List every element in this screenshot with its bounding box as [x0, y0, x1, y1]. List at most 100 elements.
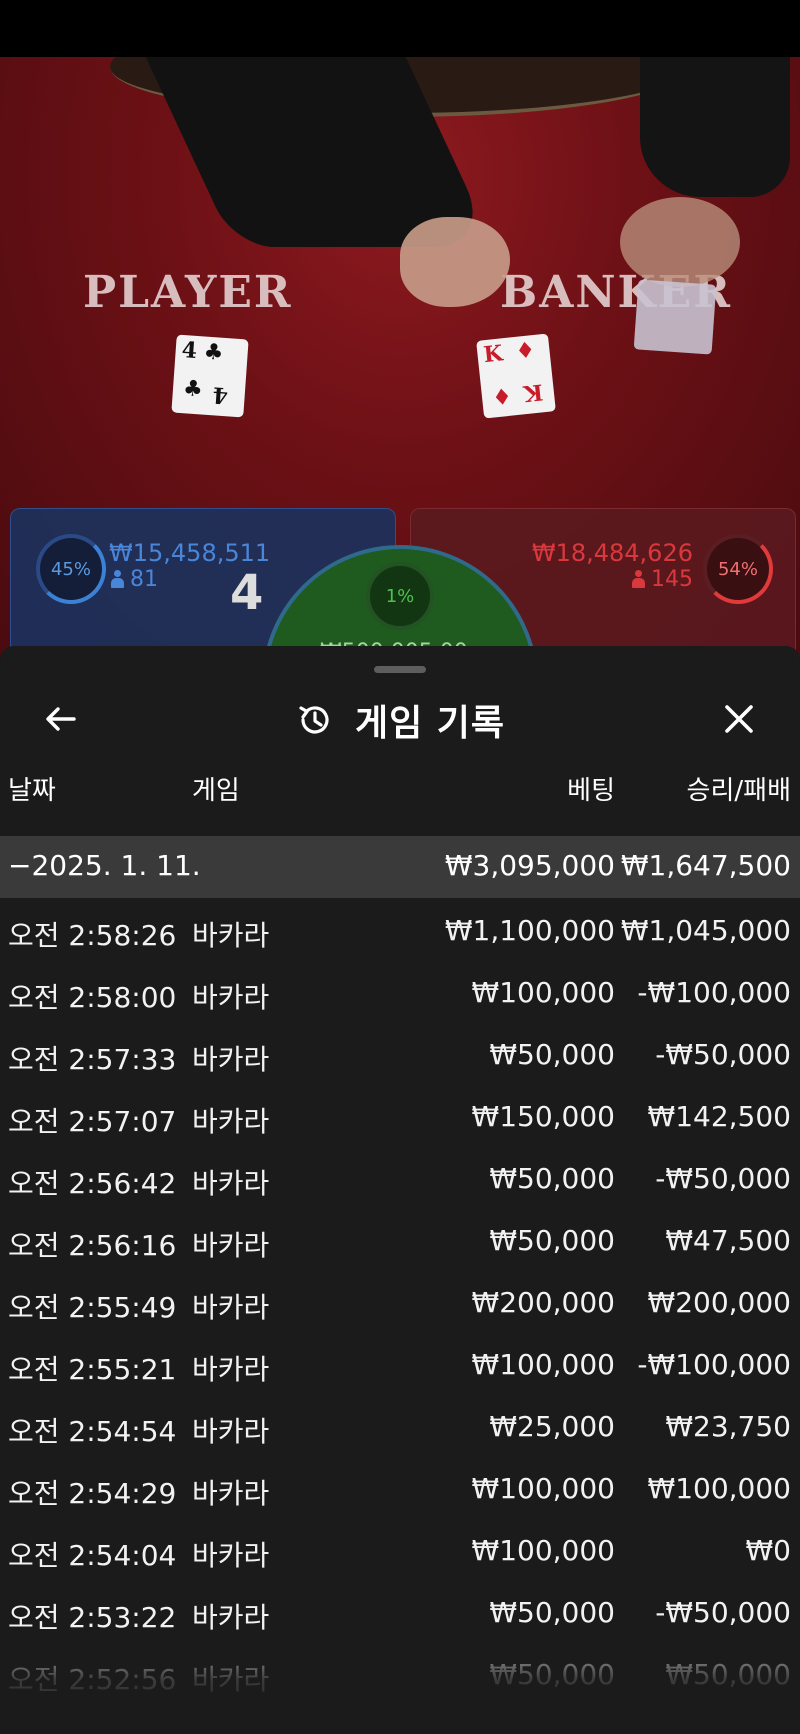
- date-group-row[interactable]: −2025. 1. 11. ₩3,095,000 ₩1,647,500: [0, 836, 800, 898]
- card-rank: 4: [211, 381, 229, 409]
- row-time: 오전 2:53:22: [8, 1601, 177, 1634]
- row-winloss: -₩100,000: [637, 976, 791, 1009]
- row-game: 바카라: [192, 1229, 270, 1262]
- group-bet-total: ₩3,095,000: [444, 849, 615, 882]
- table-row[interactable]: 오전 2:52:56 바카라 ₩50,000 ₩50,000: [0, 1642, 800, 1704]
- felt-player-label: PLAYER: [83, 267, 293, 318]
- row-bet: ₩100,000: [471, 976, 615, 1009]
- column-header-bet: 베팅: [567, 776, 615, 806]
- row-game: 바카라: [192, 1105, 270, 1138]
- banker-count-value: 145: [651, 567, 693, 592]
- dealer-hand: [620, 197, 740, 287]
- close-button[interactable]: [714, 694, 764, 744]
- row-bet: ₩100,000: [471, 1348, 615, 1381]
- dealer-hand: [400, 217, 510, 307]
- table-row[interactable]: 오전 2:58:26 바카라 ₩1,100,000 ₩1,045,000: [0, 898, 800, 960]
- row-time: 오전 2:54:54: [8, 1415, 177, 1448]
- table-row[interactable]: 오전 2:56:16 바카라 ₩50,000 ₩47,500: [0, 1208, 800, 1270]
- table-row[interactable]: 오전 2:54:54 바카라 ₩25,000 ₩23,750: [0, 1394, 800, 1456]
- drag-handle[interactable]: [374, 666, 426, 673]
- row-bet: ₩50,000: [489, 1224, 615, 1257]
- player-percent-ring: 45%: [36, 534, 106, 604]
- row-time: 오전 2:54:04: [8, 1539, 177, 1572]
- row-winloss: ₩142,500: [647, 1100, 791, 1133]
- row-game: 바카라: [192, 1601, 270, 1634]
- group-winloss-total: ₩1,647,500: [620, 849, 791, 882]
- player-bettor-count: 81: [111, 567, 158, 592]
- history-list: 오전 2:58:26 바카라 ₩1,100,000 ₩1,045,000 오전 …: [0, 898, 800, 1704]
- row-time: 오전 2:57:07: [8, 1105, 177, 1138]
- row-winloss: ₩100,000: [647, 1472, 791, 1505]
- row-bet: ₩150,000: [471, 1100, 615, 1133]
- table-row[interactable]: 오전 2:56:42 바카라 ₩50,000 -₩50,000: [0, 1146, 800, 1208]
- diamond-icon: ♦: [514, 336, 537, 365]
- row-bet: ₩200,000: [471, 1286, 615, 1319]
- row-winloss: ₩47,500: [665, 1224, 791, 1257]
- history-icon: [299, 706, 329, 734]
- banker-card: K ♦ ♦ K: [476, 333, 556, 419]
- group-date: −2025. 1. 11.: [8, 849, 201, 882]
- person-icon: [111, 570, 124, 588]
- person-icon: [632, 570, 645, 588]
- row-game: 바카라: [192, 981, 270, 1014]
- banker-bettor-count: 145: [632, 567, 693, 592]
- row-winloss: -₩50,000: [655, 1596, 791, 1629]
- row-game: 바카라: [192, 1539, 270, 1572]
- table-header: 날짜 게임 베팅 승리/패배: [0, 758, 800, 814]
- page-title: 게임 기록: [354, 703, 505, 744]
- row-game: 바카라: [192, 1353, 270, 1386]
- row-winloss: ₩200,000: [647, 1286, 791, 1319]
- row-bet: ₩50,000: [489, 1596, 615, 1629]
- row-time: 오전 2:56:42: [8, 1167, 177, 1200]
- row-bet: ₩1,100,000: [444, 914, 615, 947]
- row-winloss: ₩50,000: [665, 1658, 791, 1691]
- card-rank: K: [522, 378, 545, 407]
- column-header-date: 날짜: [8, 776, 56, 806]
- row-time: 오전 2:57:33: [8, 1043, 177, 1076]
- row-winloss: ₩0: [745, 1534, 792, 1567]
- table-row[interactable]: 오전 2:57:33 바카라 ₩50,000 -₩50,000: [0, 1022, 800, 1084]
- card-rank: 4: [180, 336, 198, 365]
- banker-percent-ring: 54%: [703, 534, 773, 604]
- player-card: 4 ♣ ♣ 4: [171, 334, 249, 418]
- column-header-winloss: 승리/패배: [686, 776, 791, 806]
- table-row[interactable]: 오전 2:55:49 바카라 ₩200,000 ₩200,000: [0, 1270, 800, 1332]
- row-game: 바카라: [192, 1415, 270, 1448]
- table-row[interactable]: 오전 2:58:00 바카라 ₩100,000 -₩100,000: [0, 960, 800, 1022]
- row-game: 바카라: [192, 1043, 270, 1076]
- row-game: 바카라: [192, 1663, 270, 1696]
- banker-percent: 54%: [717, 558, 758, 580]
- row-bet: ₩50,000: [489, 1162, 615, 1195]
- table-row[interactable]: 오전 2:54:04 바카라 ₩100,000 ₩0: [0, 1518, 800, 1580]
- row-winloss: -₩100,000: [637, 1348, 791, 1381]
- club-icon: ♣: [202, 338, 225, 366]
- table-row[interactable]: 오전 2:57:07 바카라 ₩150,000 ₩142,500: [0, 1084, 800, 1146]
- row-bet: ₩50,000: [489, 1038, 615, 1071]
- row-time: 오전 2:55:49: [8, 1291, 177, 1324]
- table-row[interactable]: 오전 2:53:22 바카라 ₩50,000 -₩50,000: [0, 1580, 800, 1642]
- dealer-arm: [640, 57, 790, 197]
- tie-percent-ring: 1%: [366, 562, 434, 630]
- row-time: 오전 2:56:16: [8, 1229, 177, 1262]
- table-row[interactable]: 오전 2:54:29 바카라 ₩100,000 ₩100,000: [0, 1456, 800, 1518]
- sheet-header: 게임 기록: [0, 690, 800, 750]
- player-count-value: 81: [130, 567, 158, 592]
- row-winloss: -₩50,000: [655, 1038, 791, 1071]
- row-bet: ₩50,000: [489, 1658, 615, 1691]
- row-game: 바카라: [192, 1477, 270, 1510]
- club-icon: ♣: [182, 375, 204, 403]
- status-bar: [0, 0, 800, 57]
- table-row[interactable]: 오전 2:55:21 바카라 ₩100,000 -₩100,000: [0, 1332, 800, 1394]
- row-winloss: ₩1,045,000: [620, 914, 791, 947]
- row-game: 바카라: [192, 1291, 270, 1324]
- banker-total-bet: ₩18,484,626: [531, 539, 693, 567]
- row-time: 오전 2:55:21: [8, 1353, 177, 1386]
- row-time: 오전 2:58:26: [8, 919, 177, 952]
- row-bet: ₩100,000: [471, 1534, 615, 1567]
- row-game: 바카라: [192, 919, 270, 952]
- row-winloss: -₩50,000: [655, 1162, 791, 1195]
- row-winloss: ₩23,750: [665, 1410, 791, 1443]
- player-total-bet: ₩15,458,511: [109, 539, 271, 567]
- player-score: 4: [230, 565, 264, 621]
- row-time: 오전 2:52:56: [8, 1663, 177, 1696]
